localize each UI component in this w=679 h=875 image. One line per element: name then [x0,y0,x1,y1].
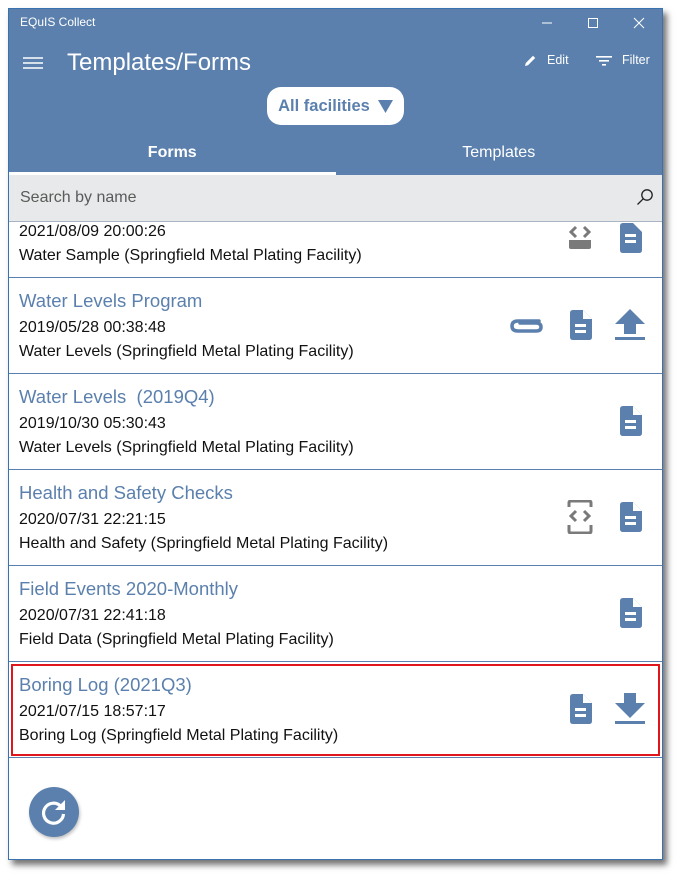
app-title: EQuIS Collect [20,15,96,29]
form-date: 2020/07/31 22:21:15 [19,511,166,528]
form-type: Field Data (Springfield Metal Plating Fa… [19,631,334,648]
triangle-down-icon [377,99,393,113]
form-date: 2019/10/30 05:30:43 [19,415,166,432]
search-input[interactable] [9,175,662,221]
filter-label: Filter [622,53,650,67]
form-list-item-highlighted[interactable]: Boring Log (2021Q3) 2021/07/15 18:57:17 … [9,662,662,758]
form-date: 2020/07/31 22:41:18 [19,607,166,624]
facility-dropdown[interactable]: All facilities [267,87,404,125]
search-bar [9,175,662,222]
edit-label: Edit [547,53,569,67]
form-name: Boring Log (2021Q3) [19,674,192,695]
document-icon[interactable] [614,403,646,439]
form-date: 2019/05/28 00:38:48 [19,319,166,336]
form-name: Water Levels Program [19,290,203,311]
hamburger-menu-icon[interactable] [22,54,44,72]
document-icon[interactable] [564,307,596,343]
filter-button[interactable]: Filter [596,53,650,67]
pencil-icon [525,55,536,66]
document-icon[interactable] [614,499,646,535]
form-type: Water Levels (Springfield Metal Plating … [19,343,354,360]
form-name: Field Events 2020-Monthly [19,578,239,599]
edit-button[interactable]: Edit [524,53,569,67]
form-type: Health and Safety (Springfield Metal Pla… [19,535,389,552]
refresh-icon [41,800,66,825]
minimize-button[interactable] [524,9,570,37]
form-date: 2021/08/09 20:00:26 [19,223,166,240]
document-icon[interactable] [614,220,646,256]
refresh-button[interactable] [29,787,79,837]
filter-icon [596,55,612,66]
close-icon [633,17,645,29]
forms-list: 2021/08/09 20:00:26 Water Sample (Spring… [9,222,662,758]
form-type: Boring Log (Springfield Metal Plating Fa… [19,727,339,744]
maximize-button[interactable] [570,9,616,37]
form-list-item[interactable]: 2021/08/09 20:00:26 Water Sample (Spring… [9,222,662,278]
upload-icon[interactable] [614,307,646,343]
maximize-icon [588,18,598,28]
form-type: Water Sample (Springfield Metal Plating … [19,247,362,264]
page-title: Templates/Forms [67,49,252,76]
window-controls [524,9,662,37]
form-list-item[interactable]: Water Levels Program 2019/05/28 00:38:48… [9,278,662,374]
form-list-item[interactable]: Health and Safety Checks 2020/07/31 22:2… [9,470,662,566]
tab-forms[interactable]: Forms [9,137,336,175]
app-window: EQuIS Collect Templates/Forms Edit Filte… [8,8,663,860]
tab-bar: Forms Templates [9,137,662,175]
download-icon[interactable] [614,691,646,727]
facility-dropdown-value: All facilities [278,96,370,115]
close-button[interactable] [616,9,662,37]
search-icon[interactable] [636,188,654,206]
form-type: Water Levels (Springfield Metal Plating … [19,439,354,456]
form-list-item[interactable]: Water Levels (2019Q4) 2019/10/30 05:30:4… [9,374,662,470]
form-date: 2021/07/15 18:57:17 [19,703,166,720]
minimize-icon [542,22,552,24]
document-icon[interactable] [564,691,596,727]
form-name: Water Levels (2019Q4) [19,386,215,407]
form-list-item[interactable]: Field Events 2020-Monthly 2020/07/31 22:… [9,566,662,662]
document-icon[interactable] [614,595,646,631]
header-bar: EQuIS Collect Templates/Forms Edit Filte… [9,9,662,175]
tab-templates[interactable]: Templates [336,137,663,175]
form-name: Health and Safety Checks [19,482,233,503]
code-tray-icon[interactable] [564,499,596,535]
code-tray-icon[interactable] [564,220,596,256]
attachment-icon[interactable] [508,307,546,343]
